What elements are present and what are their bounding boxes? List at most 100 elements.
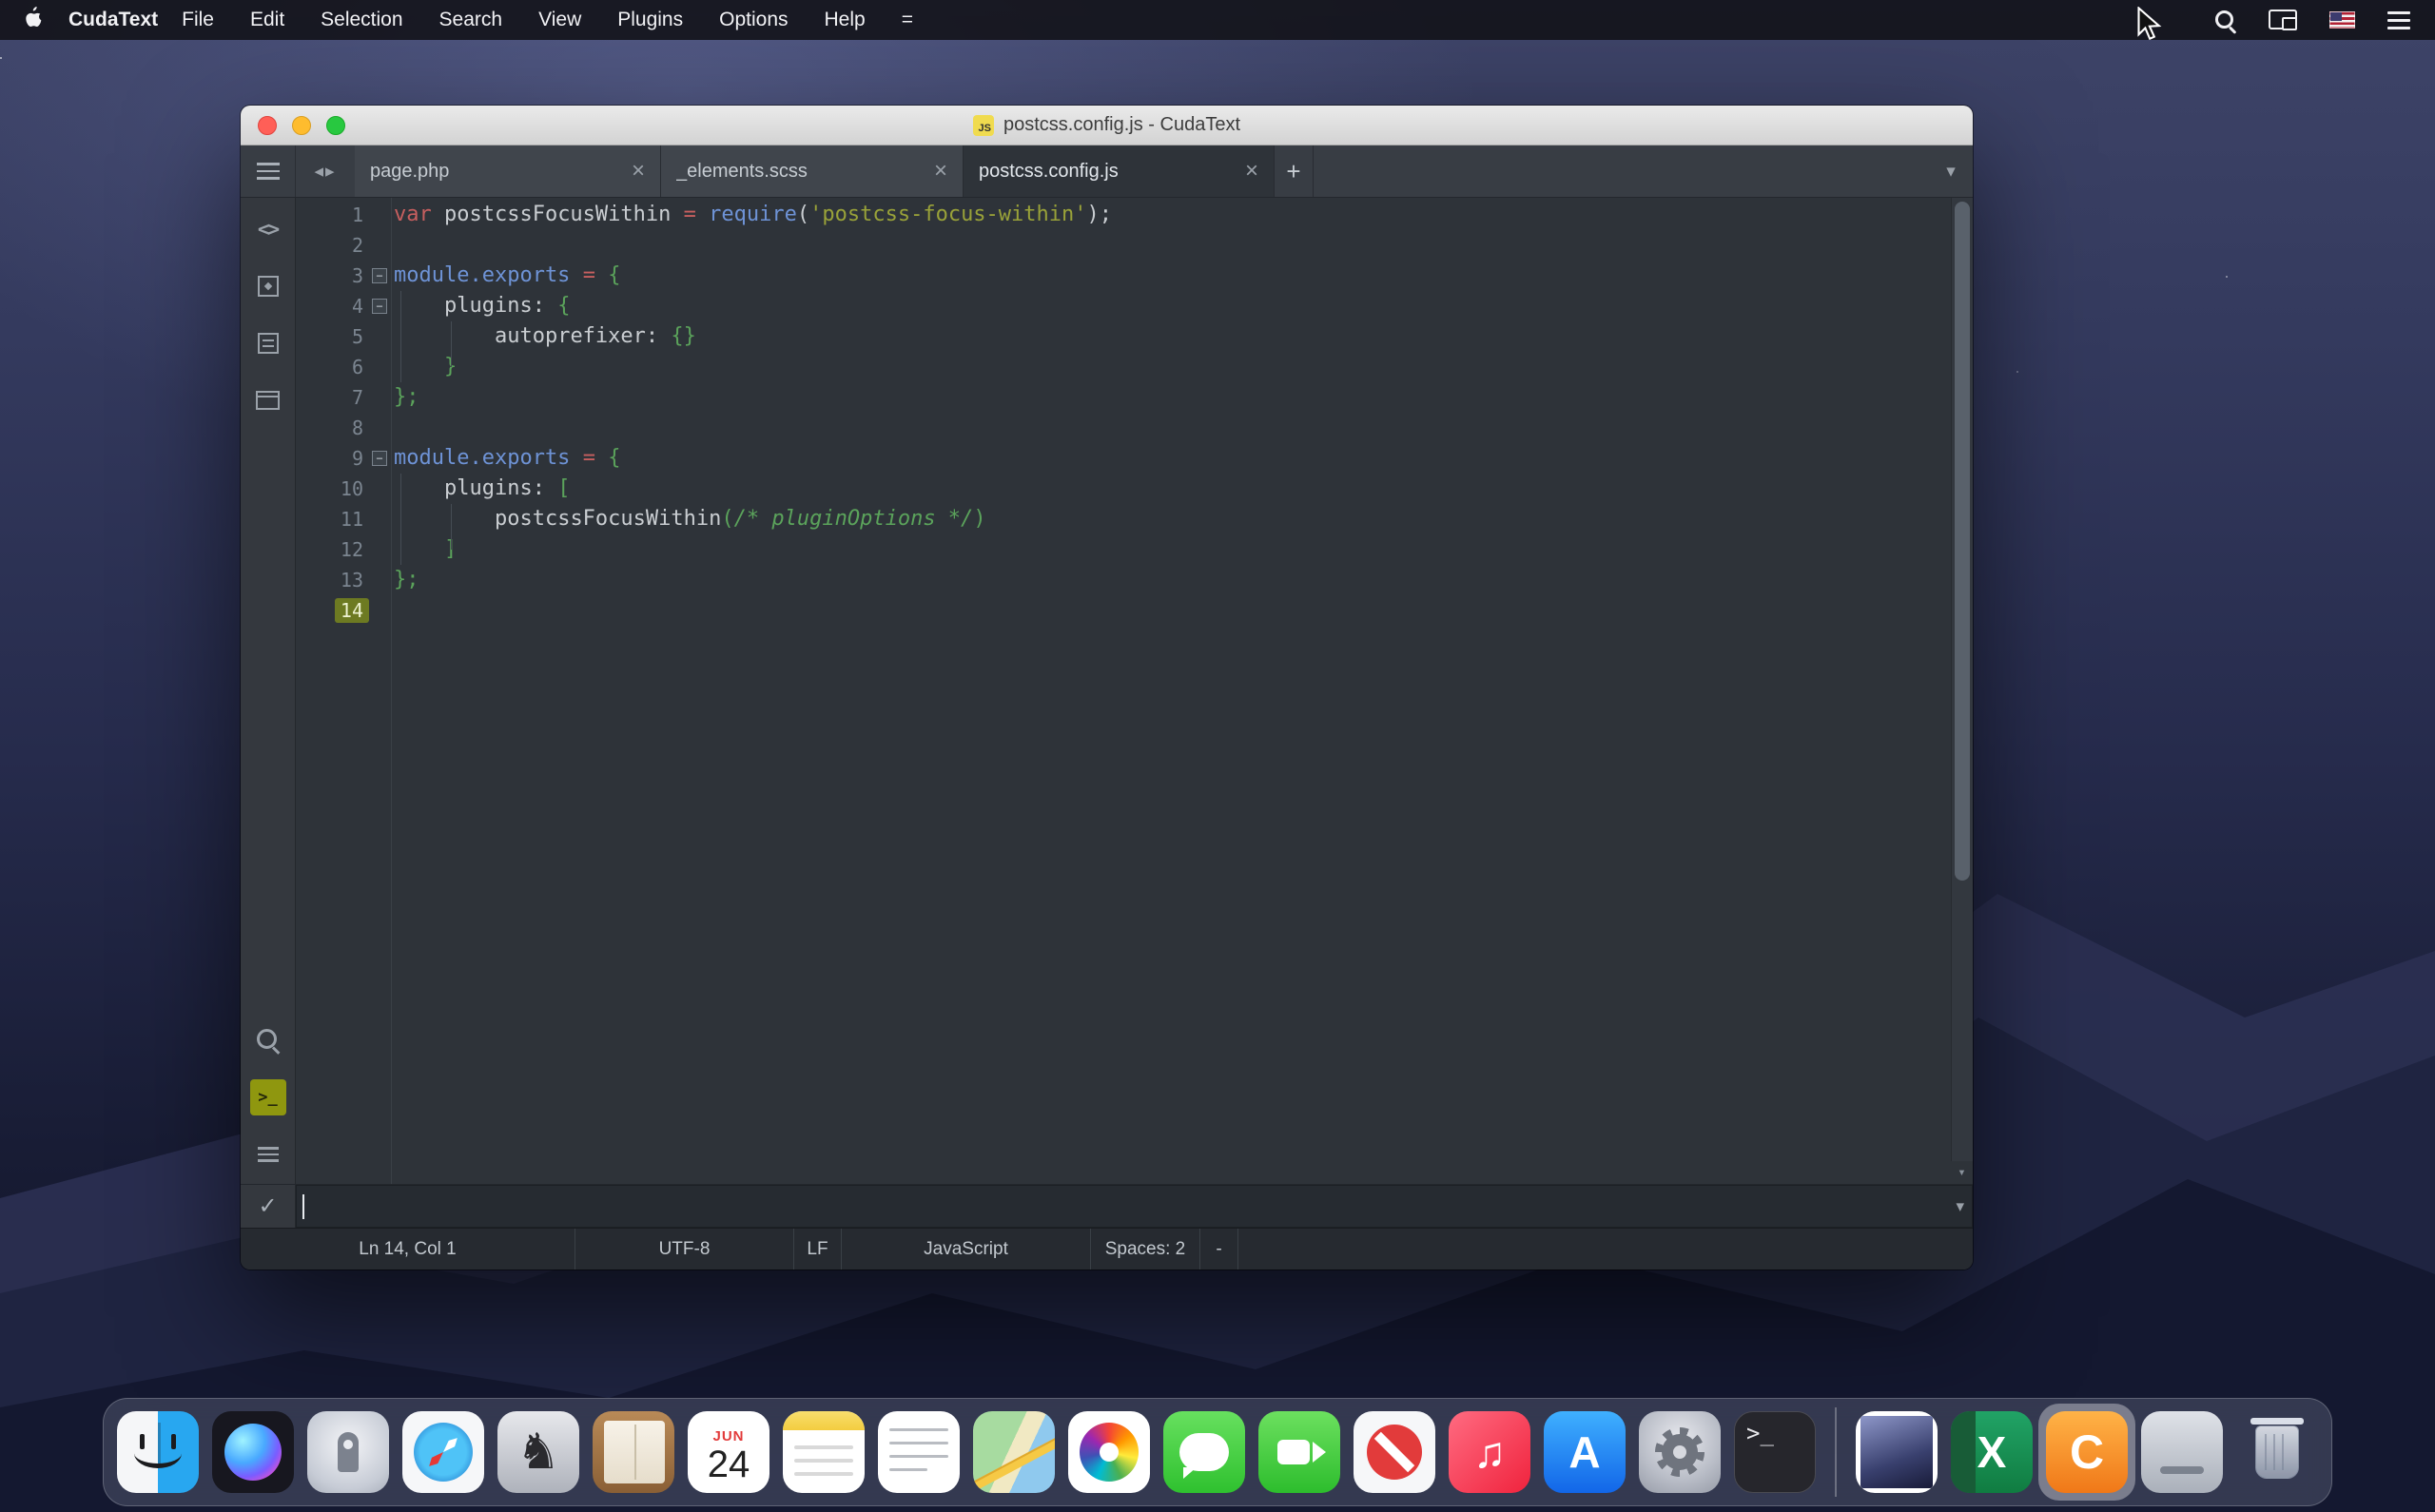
code-line[interactable]: 8 (296, 413, 1951, 443)
dock-music[interactable]: ♫ (1449, 1411, 1530, 1493)
line-number: 2 (296, 230, 392, 261)
fold-marker-icon[interactable]: − (372, 451, 387, 466)
dock-calendar[interactable]: JUN24 (688, 1411, 769, 1493)
dock-external-drive[interactable] (2141, 1411, 2223, 1493)
dock-trash[interactable] (2236, 1411, 2318, 1493)
status-tab-size[interactable]: Spaces: 2 (1091, 1229, 1200, 1270)
tab-postcss-config-js[interactable]: postcss.config.js× (964, 145, 1275, 197)
zoom-window-button[interactable] (326, 116, 345, 135)
dock-notes[interactable] (783, 1411, 865, 1493)
list-icon[interactable] (2387, 11, 2410, 29)
title-bar[interactable]: JS postcss.config.js - CudaText (241, 106, 1973, 145)
code-line[interactable]: 12 ] (296, 534, 1951, 565)
sidebar-code-button[interactable]: <> (250, 211, 286, 247)
sidebar-search-button[interactable] (250, 1022, 286, 1058)
desktop: CudaText FileEditSelectionSearchViewPlug… (0, 0, 2435, 1512)
scrollbar-thumb[interactable] (1955, 202, 1970, 881)
dock-safari[interactable] (402, 1411, 484, 1493)
tab--elements-scss[interactable]: _elements.scss× (661, 145, 964, 197)
code-line[interactable]: 7}; (296, 382, 1951, 413)
code-line[interactable]: 2 (296, 230, 1951, 261)
code-line[interactable]: 1var postcssFocusWithin = require('postc… (296, 200, 1951, 230)
sidebar-panel-button[interactable] (250, 382, 286, 418)
fold-marker-icon[interactable]: − (372, 268, 387, 283)
status-caret-position[interactable]: Ln 14, Col 1 (241, 1229, 575, 1270)
status-line-ends[interactable]: LF (794, 1229, 842, 1270)
dock-finder[interactable] (117, 1411, 199, 1493)
code-line[interactable]: 9−module.exports = { (296, 443, 1951, 474)
apple-menu-icon[interactable] (25, 7, 42, 33)
code-line[interactable]: 4− plugins: { (296, 291, 1951, 321)
main-menu-hamburger-icon[interactable] (241, 145, 296, 197)
code-line[interactable]: 5 autoprefixer: {} (296, 321, 1951, 352)
command-history-dropdown-icon[interactable]: ▾ (1956, 1186, 1964, 1227)
dock-maps[interactable] (973, 1411, 1055, 1493)
dock-restricted-app[interactable] (1354, 1411, 1435, 1493)
menu-app-name[interactable]: CudaText (68, 9, 158, 31)
tab-list-dropdown-icon[interactable]: ▾ (1929, 145, 1973, 197)
menu-item-options[interactable]: Options (701, 9, 806, 31)
status-lexer[interactable]: JavaScript (842, 1229, 1091, 1270)
dock-screenshot[interactable] (1856, 1411, 1938, 1493)
menu-item-edit[interactable]: Edit (232, 9, 302, 31)
us-flag-icon[interactable] (2329, 11, 2355, 29)
menu-item-plugins[interactable]: Plugins (599, 9, 701, 31)
code-line[interactable]: 6 } (296, 352, 1951, 382)
menu-item-selection[interactable]: Selection (302, 9, 420, 31)
tab-nav-arrows-icon[interactable]: ◂▸ (296, 145, 355, 197)
tab-page-php[interactable]: page.php× (355, 145, 661, 197)
dock-photos[interactable] (1068, 1411, 1150, 1493)
close-window-button[interactable] (258, 116, 277, 135)
dock-siri[interactable] (212, 1411, 294, 1493)
menu-item-file[interactable]: File (164, 9, 232, 31)
dock-app-store[interactable]: A (1544, 1411, 1626, 1493)
tab-close-icon[interactable]: × (934, 160, 947, 183)
line-number: 1 (296, 200, 392, 230)
side-toolbar: <> >_ (241, 198, 296, 1184)
panel-icon (256, 391, 280, 410)
menu-item-search[interactable]: Search (421, 9, 521, 31)
code-line[interactable]: 14 (296, 595, 1951, 626)
line-number: 11 (296, 504, 392, 534)
code-line[interactable]: 10 plugins: [ (296, 474, 1951, 504)
command-input[interactable]: ▾ (296, 1185, 1973, 1228)
code-text: postcssFocusWithin(/* pluginOptions */) (392, 504, 986, 534)
dock-excel[interactable]: X (1951, 1411, 2033, 1493)
code-line[interactable]: 11 postcssFocusWithin(/* pluginOptions *… (296, 504, 1951, 534)
dock-contacts-book[interactable] (593, 1411, 674, 1493)
minimize-window-button[interactable] (292, 116, 311, 135)
dock-textedit[interactable] (878, 1411, 960, 1493)
tab-close-icon[interactable]: × (1245, 160, 1258, 183)
vertical-scrollbar[interactable] (1951, 198, 1973, 1161)
sidebar-log-button[interactable] (250, 325, 286, 361)
status-wrap[interactable]: - (1200, 1229, 1238, 1270)
dock-terminal[interactable]: >_ (1734, 1411, 1816, 1493)
tab-bar: ◂▸ page.php×_elements.scss×postcss.confi… (241, 145, 1973, 198)
menu-item-help[interactable]: Help (807, 9, 884, 31)
dock-chess[interactable]: ♞ (497, 1411, 579, 1493)
status-encoding[interactable]: UTF-8 (575, 1229, 794, 1270)
scroll-down-arrow-icon[interactable]: ▾ (1951, 1161, 1973, 1184)
dock-system-preferences[interactable] (1639, 1411, 1721, 1493)
dock-messages[interactable] (1163, 1411, 1245, 1493)
dock-cudatext[interactable]: C (2046, 1411, 2128, 1493)
new-tab-button[interactable]: + (1275, 145, 1314, 197)
search-icon[interactable] (2213, 9, 2236, 31)
sidebar-list-button[interactable] (250, 1136, 286, 1173)
code-line[interactable]: 3−module.exports = { (296, 261, 1951, 291)
code-line[interactable]: 13}; (296, 565, 1951, 595)
dock-facetime[interactable] (1258, 1411, 1340, 1493)
dock-launchpad[interactable] (307, 1411, 389, 1493)
confirm-check-icon[interactable]: ✓ (241, 1185, 296, 1228)
fold-marker-icon[interactable]: − (372, 299, 387, 314)
tab-close-icon[interactable]: × (632, 160, 645, 183)
code-tree-icon: <> (258, 218, 278, 241)
code-editor[interactable]: 1var postcssFocusWithin = require('postc… (296, 198, 1973, 1184)
menu-item-view[interactable]: View (520, 9, 599, 31)
displays-icon[interactable] (2269, 10, 2297, 30)
code-text: var postcssFocusWithin = require('postcs… (392, 200, 1112, 230)
sidebar-package-button[interactable] (250, 268, 286, 304)
menu-item-extra[interactable]: = (884, 9, 931, 31)
sidebar-terminal-button[interactable]: >_ (250, 1079, 286, 1115)
window-title: postcss.config.js - CudaText (1003, 114, 1240, 136)
